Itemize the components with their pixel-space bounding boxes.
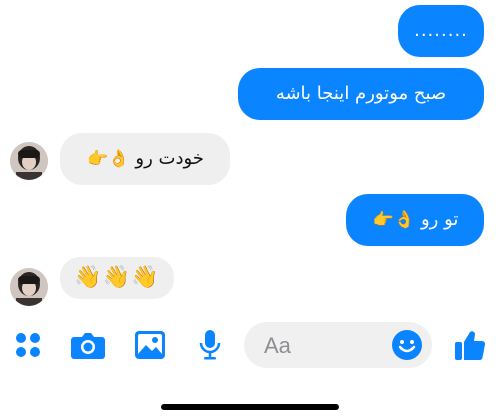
message-toolbar <box>0 318 500 372</box>
apps-icon <box>16 333 40 357</box>
contact-avatar[interactable] <box>10 142 48 180</box>
message-emojis: 👋👋👋 <box>74 265 160 290</box>
like-icon <box>455 331 486 361</box>
emoji-button[interactable] <box>388 326 426 364</box>
message-text: ........ <box>414 20 468 41</box>
message-composer[interactable] <box>244 322 432 368</box>
message-text: صبح موتورم اینجا باشه <box>275 83 447 104</box>
home-indicator <box>161 404 339 410</box>
gallery-button[interactable] <box>130 318 170 372</box>
like-button[interactable] <box>448 318 492 372</box>
outgoing-message-bubble[interactable]: صبح موتورم اینجا باشه <box>238 68 484 120</box>
camera-button[interactable] <box>68 318 108 372</box>
message-emojis: 👌👉 <box>372 210 415 230</box>
incoming-message-bubble[interactable]: 👋👋👋 <box>60 257 174 299</box>
apps-button[interactable] <box>10 318 46 372</box>
camera-icon <box>71 333 105 359</box>
microphone-icon <box>199 330 221 360</box>
incoming-message-bubble[interactable]: خودت رو 👌👉 <box>60 133 230 185</box>
outgoing-message-bubble[interactable]: ........ <box>398 5 484 57</box>
outgoing-message-bubble[interactable]: تو رو 👌👉 <box>346 194 484 246</box>
message-input[interactable] <box>262 330 386 362</box>
microphone-button[interactable] <box>192 318 228 372</box>
contact-avatar[interactable] <box>10 268 48 306</box>
message-text: تو رو <box>420 209 459 230</box>
message-text: خودت رو <box>135 148 204 169</box>
emoji-icon <box>392 330 422 360</box>
message-emojis: 👌👉 <box>87 149 130 169</box>
gallery-icon <box>135 331 165 359</box>
